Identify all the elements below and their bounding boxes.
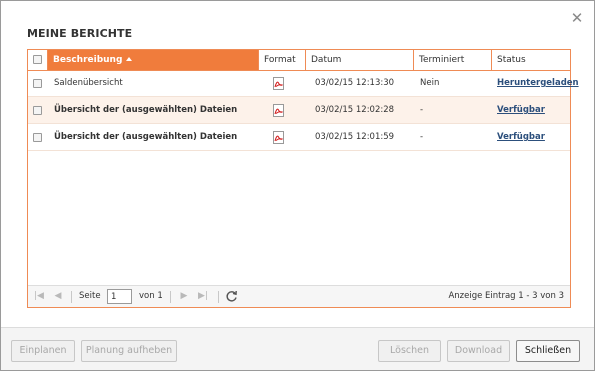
reports-grid: Beschreibung Format Datum Terminiert Sta… xyxy=(27,49,579,308)
row-scheduled: - xyxy=(420,105,424,115)
delete-button[interactable]: Löschen xyxy=(378,340,441,362)
row-scheduled: - xyxy=(420,132,424,142)
previous-page-icon[interactable]: ◀ xyxy=(52,290,64,303)
row-date: 03/02/15 12:01:59 xyxy=(315,132,395,142)
first-page-icon[interactable]: |◀ xyxy=(33,290,45,303)
row-scheduled: Nein xyxy=(420,78,440,88)
row-description: Saldenübersicht xyxy=(54,78,123,88)
pdf-icon[interactable] xyxy=(273,104,284,117)
sort-ascending-icon xyxy=(126,57,133,61)
row-checkbox[interactable] xyxy=(33,133,42,142)
separator xyxy=(170,291,171,303)
row-description: Übersicht der (ausgewählten) Dateien xyxy=(54,132,238,142)
paging-summary: Anzeige Eintrag 1 - 3 von 3 xyxy=(448,291,564,301)
close-icon[interactable]: ✕ xyxy=(569,10,585,26)
next-page-icon[interactable]: ▶ xyxy=(178,290,190,303)
row-description: Übersicht der (ausgewählten) Dateien xyxy=(54,105,238,115)
table-row[interactable]: Saldenübersicht 03/02/15 12:13:30 Nein H… xyxy=(28,70,579,97)
column-header-date[interactable]: Datum xyxy=(306,50,414,70)
row-checkbox[interactable] xyxy=(33,79,42,88)
row-date: 03/02/15 12:13:30 xyxy=(315,78,395,88)
table-row[interactable]: Übersicht der (ausgewählten) Dateien 03/… xyxy=(28,124,570,151)
page-label: Seite xyxy=(79,291,101,301)
schedule-button[interactable]: Einplanen xyxy=(11,340,75,362)
grid-header: Beschreibung Format Datum Terminiert Sta… xyxy=(28,50,570,71)
select-all-checkbox[interactable] xyxy=(33,55,42,64)
separator xyxy=(71,291,72,303)
row-checkbox[interactable] xyxy=(33,106,42,115)
pdf-icon[interactable] xyxy=(273,77,284,90)
page-count-label: von 1 xyxy=(139,291,163,301)
row-status-link[interactable]: Heruntergeladen xyxy=(497,70,579,97)
column-header-description[interactable]: Beschreibung xyxy=(48,50,259,70)
pdf-icon[interactable] xyxy=(273,131,284,144)
dialog-title: MEINE BERICHTE xyxy=(27,27,133,40)
separator xyxy=(218,291,219,303)
refresh-icon[interactable] xyxy=(225,290,238,303)
row-status-link[interactable]: Verfügbar xyxy=(497,124,545,151)
unschedule-button[interactable]: Planung aufheben xyxy=(81,340,177,362)
column-header-format[interactable]: Format xyxy=(259,50,306,70)
page-number-input[interactable] xyxy=(107,289,132,304)
dialog-footer: Einplanen Planung aufheben Löschen Downl… xyxy=(1,327,594,370)
paging-toolbar: |◀ ◀ Seite von 1 ▶ ▶| Anzeige Eintrag 1 … xyxy=(28,285,570,307)
row-status-link[interactable]: Verfügbar xyxy=(497,97,545,124)
column-header-scheduled[interactable]: Terminiert xyxy=(414,50,492,70)
column-header-status[interactable]: Status xyxy=(492,50,570,70)
column-label-description: Beschreibung xyxy=(53,55,123,65)
select-all-cell xyxy=(28,50,48,70)
reports-dialog: ✕ MEINE BERICHTE Beschreibung Format Dat… xyxy=(0,0,595,371)
close-button[interactable]: Schließen xyxy=(516,340,580,362)
last-page-icon[interactable]: ▶| xyxy=(197,290,209,303)
table-row[interactable]: Übersicht der (ausgewählten) Dateien 03/… xyxy=(28,97,570,124)
download-button[interactable]: Download xyxy=(447,340,510,362)
row-date: 03/02/15 12:02:28 xyxy=(315,105,395,115)
